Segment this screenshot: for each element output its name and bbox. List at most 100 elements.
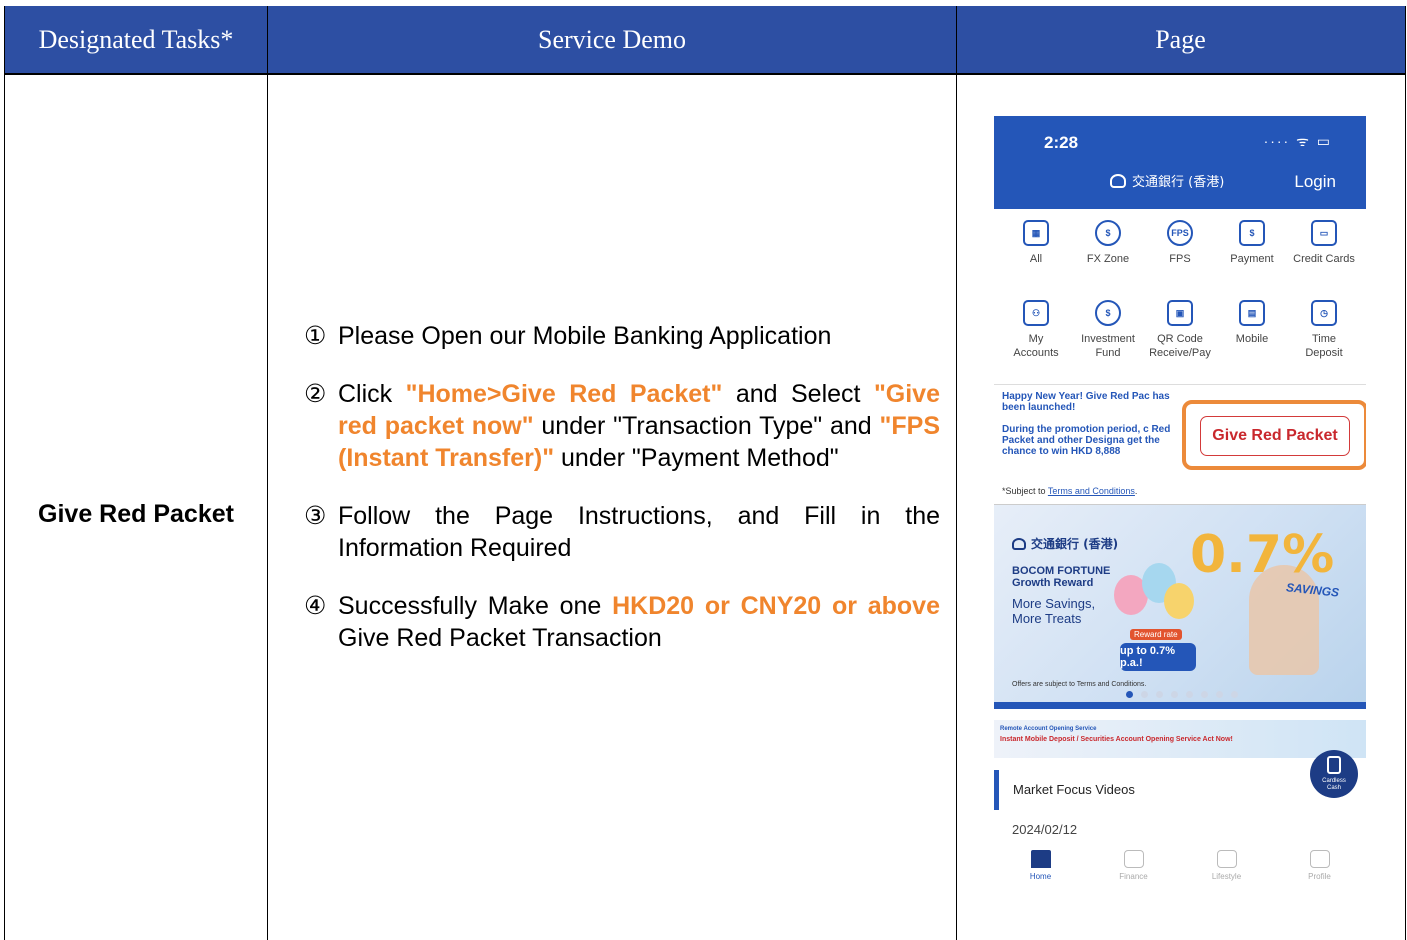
shortcut-row: ⚇ My Accounts $ Investment Fund ▣ QR Code Receiv… (994, 300, 1366, 380)
step-fragment: Please Open our Mobile Banking Applicati… (338, 322, 832, 350)
promo-body: During the promotion period, c Red Packe… (1002, 424, 1171, 457)
bottom-tab-bar: Home Finance Lifestyle Profile (994, 844, 1366, 904)
table-row: Give Red Packet ① Please Open our Mobile … (5, 74, 1405, 940)
profile-icon (1309, 850, 1330, 868)
step-number: ① (304, 322, 327, 350)
step-fragment: Successfully Make one (338, 592, 613, 620)
terms-suffix: . (1134, 486, 1138, 496)
fps-icon: FPS (1167, 220, 1193, 246)
step-text: Please Open our Mobile Banking Applicati… (338, 320, 940, 352)
shortcut-payment[interactable]: $ Payment (1216, 220, 1288, 300)
header-page: Page (1155, 24, 1206, 54)
fx-exchange-icon: $ (1095, 220, 1121, 246)
carousel-dot[interactable] (1156, 691, 1163, 698)
terms-prefix: *Subject to (1002, 486, 1048, 496)
shortcut-my-accounts[interactable]: ⚇ My Accounts (1000, 300, 1072, 380)
task-cell: Give Red Packet (5, 74, 268, 940)
terms-note: *Subject to Terms and Conditions. (1002, 486, 1137, 496)
shortcut-fxzone[interactable]: $ FX Zone (1072, 220, 1144, 300)
bank-logo-icon (1110, 173, 1126, 188)
account-opening-strip[interactable]: Remote Account Opening Service Instant M… (994, 720, 1366, 758)
bank-logo: 交通銀行 (香港) (1110, 171, 1224, 190)
give-red-packet-button[interactable]: Give Red Packet (1200, 416, 1350, 456)
shortcut-time-deposit[interactable]: ◷ Time Deposit (1288, 300, 1360, 380)
tab-finance[interactable]: Finance (1099, 844, 1169, 904)
step-highlight: HKD20 or CNY20 or above (612, 592, 940, 620)
tab-profile[interactable]: Profile (1285, 844, 1355, 904)
step-fragment: and Select (722, 380, 874, 408)
shortcut-mobile[interactable]: ▤ Mobile (1216, 300, 1288, 380)
tab-label: Lifestyle (1211, 872, 1242, 881)
carousel-dot[interactable] (1231, 691, 1238, 698)
step-item: ① Please Open our Mobile Banking Applicat… (304, 320, 940, 352)
market-focus-title: Market Focus Videos (1013, 782, 1135, 797)
table-header: Designated Tasks* Service Demo Page (5, 6, 1405, 73)
shortcut-label: QR Code Receive/Pay (1149, 333, 1211, 359)
shortcut-fps[interactable]: FPS FPS (1144, 220, 1216, 300)
mobile-icon: ▤ (1239, 300, 1265, 326)
carousel-dot[interactable] (1126, 691, 1133, 698)
shortcut-label: Investment Fund (1081, 333, 1135, 359)
shortcut-label: Time Deposit (1305, 333, 1343, 359)
banner-small-print: Offers are subject to Terms and Conditio… (1012, 681, 1147, 688)
step-number: ② (304, 380, 327, 408)
step-text: Click "Home>Give Red Packet" and Select … (338, 378, 940, 474)
investment-fund-icon: $ (1095, 300, 1121, 326)
step-item: ③ Follow the Page Instructions, and Fill … (304, 500, 940, 564)
header-service-demo: Service Demo (268, 6, 957, 73)
carousel-dot[interactable] (1171, 691, 1178, 698)
phone-screenshot: 2:28 ···· ᯤ ▭ 交通銀行 (香港) Login ▦ All $ FX Zo… (994, 116, 1366, 940)
login-button[interactable]: Login (1294, 172, 1336, 192)
header-designated-tasks: Designated Tasks* (5, 6, 268, 73)
shortcut-label: Credit Cards (1293, 253, 1355, 265)
carousel-dots[interactable] (1126, 691, 1238, 698)
strip-title: Remote Account Opening Service (1000, 726, 1097, 732)
shortcut-row: ▦ All $ FX Zone FPS FPS $ Payment ▭ Credit Cards (994, 220, 1366, 300)
step-fragment: under "Payment Method" (554, 444, 839, 472)
shortcut-label: FPS (1169, 253, 1191, 265)
tab-lifestyle[interactable]: Lifestyle (1192, 844, 1262, 904)
accounts-icon: ⚇ (1023, 300, 1049, 326)
carousel-dot[interactable] (1216, 691, 1223, 698)
step-fragment: under "Transaction Type" and (533, 412, 880, 440)
shortcut-all[interactable]: ▦ All (1000, 220, 1072, 300)
task-table: Designated Tasks* Service Demo Page Give… (4, 6, 1406, 940)
balloon-icon (1164, 583, 1194, 619)
banner-subtitle: More Savings, More Treats (1012, 596, 1096, 626)
shortcut-creditcards[interactable]: ▭ Credit Cards (1288, 220, 1360, 300)
shortcut-grid: ▦ All $ FX Zone FPS FPS $ Payment ▭ Credit Cards … (994, 220, 1366, 380)
shortcut-qrcode-receivepay[interactable]: ▣ QR Code Receive/Pay (1144, 300, 1216, 380)
status-icons: ···· ᯤ ▭ (1263, 133, 1332, 149)
carousel-dot[interactable] (1201, 691, 1208, 698)
tab-home[interactable]: Home (1006, 844, 1076, 904)
rate-badge: up to 0.7% p.a.! (1120, 643, 1196, 671)
step-text: Successfully Make one HKD20 or CNY20 or … (338, 590, 940, 654)
finance-icon (1123, 850, 1144, 868)
carousel-dot[interactable] (1186, 691, 1193, 698)
terms-link[interactable]: Terms and Conditions (1048, 486, 1135, 496)
banner-logo-icon (1012, 537, 1026, 550)
step-text: Follow the Page Instructions, and Fill i… (338, 500, 940, 564)
step-item: ② Click "Home>Give Red Packet" and Select… (304, 378, 940, 474)
shortcut-label: Mobile (1235, 333, 1269, 345)
promo-banner[interactable]: 交通銀行 (香港) BOCOM FORTUNE Growth Reward Mor… (994, 504, 1366, 709)
promo-headline: Happy New Year! Give Red Pac has been la… (1002, 391, 1170, 413)
steps-list: ① Please Open our Mobile Banking Applicat… (304, 320, 940, 680)
carousel-dot[interactable] (1141, 691, 1148, 698)
shortcut-investment-fund[interactable]: $ Investment Fund (1072, 300, 1144, 380)
bank-name: 交通銀行 (香港) (1132, 175, 1225, 190)
task-name: Give Red Packet (38, 499, 234, 528)
tab-label: Home (1029, 872, 1052, 881)
qr-code-icon: ▣ (1167, 300, 1193, 326)
video-date: 2024/02/12 (1012, 822, 1078, 837)
cardless-cash-button[interactable]: Cardless Cash (1310, 750, 1358, 798)
banner-logo: 交通銀行 (香港) (1012, 535, 1118, 552)
app-header: 2:28 ···· ᯤ ▭ 交通銀行 (香港) Login (994, 116, 1366, 209)
banner-big-rate: 0.7% (1190, 525, 1335, 585)
home-icon (1030, 850, 1051, 868)
step-highlight: "Home>Give Red Packet" (405, 380, 723, 408)
tab-label: Finance (1119, 872, 1148, 881)
market-focus-section[interactable]: Market Focus Videos (994, 770, 1254, 810)
rate-label: Reward rate (1130, 629, 1182, 640)
step-fragment: Give Red Packet Transaction (338, 624, 662, 652)
